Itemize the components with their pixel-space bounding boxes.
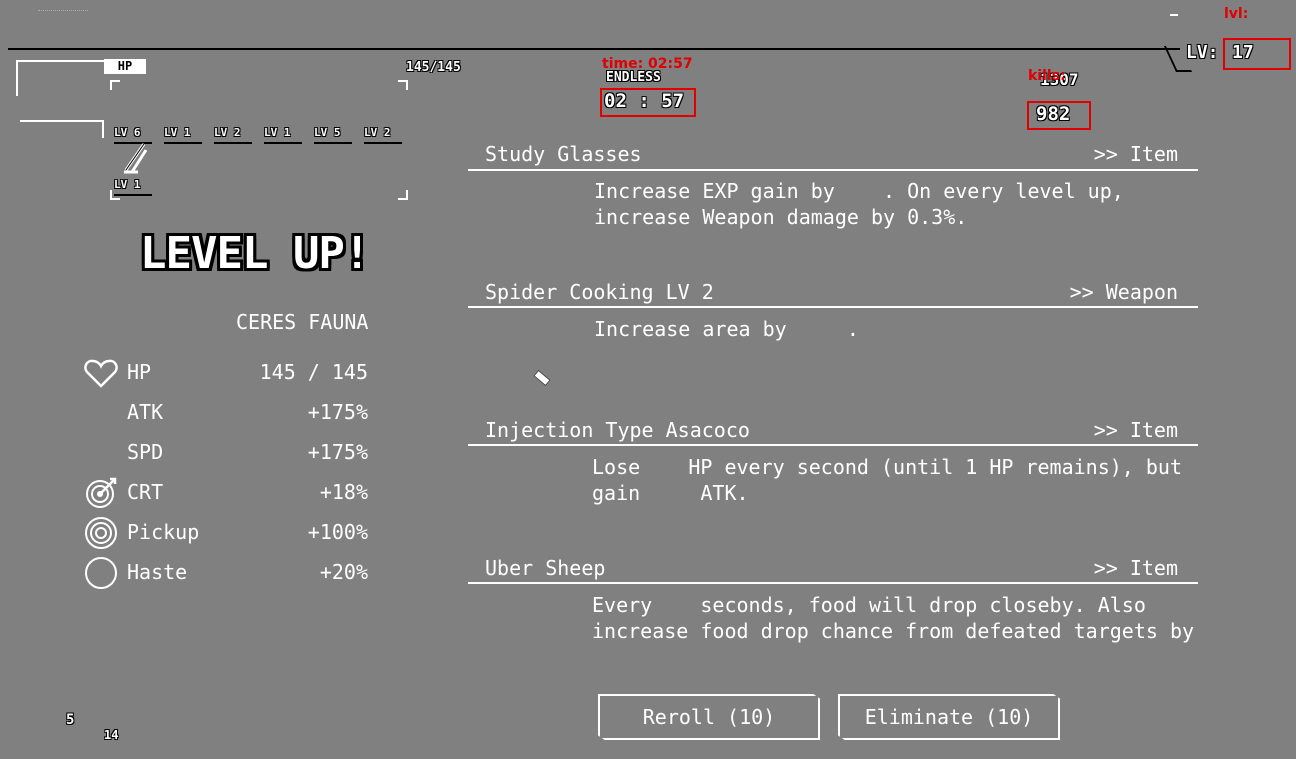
stat-value: +18% bbox=[319, 480, 368, 504]
stat-name: CRT bbox=[127, 480, 164, 504]
kills-value: 982 bbox=[1036, 103, 1071, 125]
card-type: >> Item bbox=[1093, 418, 1178, 442]
extra-item-slot: LV 1 bbox=[114, 178, 152, 196]
upgrade-card[interactable]: Spider Cooking LV 2 >> Weapon Increase a… bbox=[468, 278, 1198, 408]
crit-target-icon bbox=[86, 477, 117, 508]
card-type: >> Item bbox=[1093, 556, 1178, 580]
mode-label: ENDLESS bbox=[606, 70, 661, 85]
stat-row-spd: SPD +175% bbox=[82, 436, 372, 476]
card-type: >> Weapon bbox=[1069, 280, 1178, 304]
weapon-slot-frame bbox=[20, 120, 104, 138]
card-title: Injection Type Asacoco bbox=[485, 418, 750, 442]
portrait-corner-tr bbox=[398, 80, 408, 90]
portrait-corner-br bbox=[398, 190, 408, 200]
stat-row-atk: ATK +175% bbox=[82, 396, 372, 436]
weapon-slot: LV 1 bbox=[264, 126, 302, 144]
stat-name: ATK bbox=[127, 400, 164, 424]
top-bar-line bbox=[8, 48, 1180, 50]
stat-row-pickup: Pickup +100% bbox=[82, 516, 372, 556]
level-value: 17 bbox=[1232, 42, 1254, 63]
eliminate-button[interactable]: Eliminate (10) bbox=[838, 694, 1060, 740]
faded-top-left-glyphs bbox=[38, 10, 88, 21]
level-up-title: LEVEL UP! bbox=[140, 228, 370, 279]
heart-icon bbox=[84, 359, 118, 388]
card-desc: Every seconds, food will drop closeby. A… bbox=[592, 593, 1195, 643]
reroll-button[interactable]: Reroll (10) bbox=[598, 694, 820, 740]
weapon-slot: LV 2 bbox=[364, 126, 402, 144]
haste-circle-icon bbox=[85, 557, 117, 589]
card-divider bbox=[468, 444, 1198, 446]
character-name: CERES FAUNA bbox=[236, 310, 368, 334]
upgrade-card[interactable]: Injection Type Asacoco >> Item Lose HP e… bbox=[468, 416, 1198, 546]
card-type: >> Item bbox=[1093, 142, 1178, 166]
stat-value: +100% bbox=[307, 520, 368, 544]
stat-row-crt: CRT +18% bbox=[82, 476, 372, 516]
card-divider bbox=[468, 169, 1198, 171]
stat-value: +175% bbox=[307, 440, 368, 464]
stat-value: +175% bbox=[307, 400, 368, 424]
card-desc: Increase EXP gain by . On every level up… bbox=[594, 179, 1124, 229]
card-desc: Lose HP every second (until 1 HP remains… bbox=[592, 455, 1183, 505]
stat-row-hp: HP 145 / 145 bbox=[82, 356, 372, 396]
weapon-slot: LV 1 bbox=[164, 126, 202, 144]
hp-value: 145/145 bbox=[406, 60, 461, 75]
card-divider bbox=[468, 306, 1198, 308]
stat-row-haste: Haste +20% bbox=[82, 556, 372, 596]
upgrade-card[interactable]: Study Glasses >> Item Increase EXP gain … bbox=[468, 140, 1198, 270]
card-title: Spider Cooking LV 2 bbox=[485, 280, 714, 304]
stat-value: +20% bbox=[319, 560, 368, 584]
stats-panel: HP 145 / 145 ATK +175% SPD +175% CRT +18… bbox=[82, 356, 372, 596]
stat-name: HP bbox=[127, 360, 152, 384]
card-desc: Increase area by . bbox=[594, 317, 859, 341]
weapon-slot: LV 5 bbox=[314, 126, 352, 144]
bottom-counter-a: 5 bbox=[66, 712, 75, 728]
stat-name: SPD bbox=[127, 440, 164, 464]
weapon-slots: LV 6 LV 1 LV 2 LV 1 LV 5 LV 2 bbox=[114, 121, 414, 144]
portrait-corner-tl bbox=[110, 80, 120, 90]
card-title: Study Glasses bbox=[485, 142, 642, 166]
stat-value: 145 / 145 bbox=[259, 360, 368, 384]
kills-annotation: kills: bbox=[1028, 68, 1066, 84]
level-tick bbox=[1170, 14, 1178, 16]
level-annotation: lvl: bbox=[1224, 6, 1249, 22]
upgrade-card[interactable]: Uber Sheep >> Item Every seconds, food w… bbox=[468, 554, 1198, 674]
card-divider bbox=[468, 582, 1198, 584]
timer: 02 : 57 bbox=[604, 90, 685, 112]
card-title: Uber Sheep bbox=[485, 556, 606, 580]
weapon-slot: LV 2 bbox=[214, 126, 252, 144]
stat-name: Pickup bbox=[127, 520, 200, 544]
level-prefix: LV: bbox=[1186, 42, 1219, 63]
bottom-counter-b: 14 bbox=[104, 728, 119, 742]
stat-name: Haste bbox=[127, 560, 188, 584]
pickup-rings-icon bbox=[85, 517, 117, 549]
hp-bar-frame bbox=[16, 60, 104, 96]
scythe-icon bbox=[124, 143, 148, 174]
hp-label: HP bbox=[104, 59, 146, 74]
